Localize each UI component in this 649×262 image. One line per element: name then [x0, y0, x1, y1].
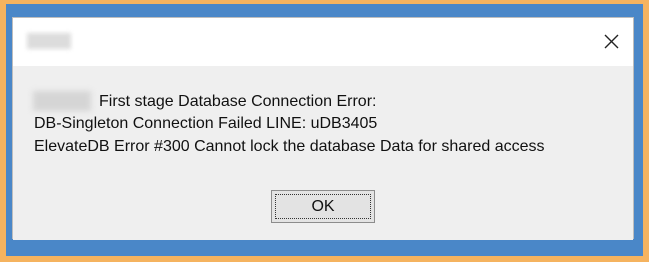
close-icon — [604, 34, 618, 48]
message-line-3: ElevateDB Error #300 Cannot lock the dat… — [34, 138, 545, 155]
window-title-redacted — [27, 33, 71, 49]
error-dialog: First stage Database Connection Error: D… — [12, 17, 634, 240]
dialog-content: First stage Database Connection Error: D… — [13, 66, 633, 240]
message-line-2: DB-Singleton Connection Failed LINE: uDB… — [34, 115, 378, 132]
close-button[interactable] — [595, 26, 627, 56]
title-bar — [13, 18, 633, 66]
ok-button-label: OK — [311, 197, 335, 215]
message-line-1: First stage Database Connection Error: — [99, 93, 377, 110]
ok-button[interactable]: OK — [271, 190, 375, 223]
redacted-app-name — [33, 91, 91, 111]
